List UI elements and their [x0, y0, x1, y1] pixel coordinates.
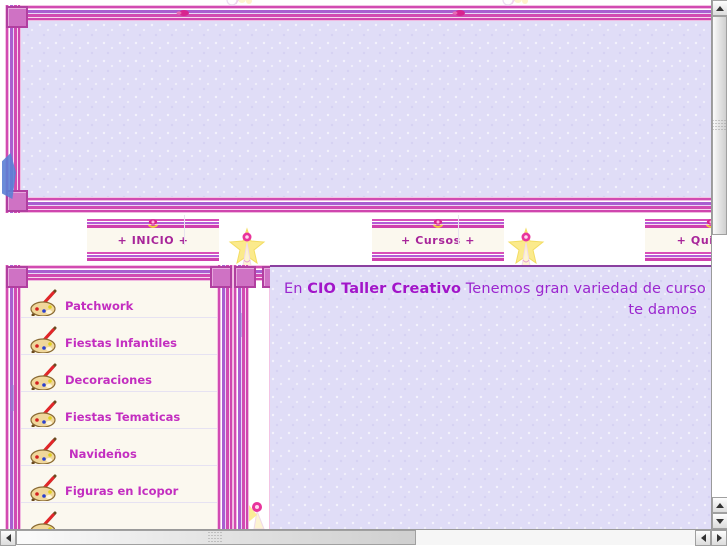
sidebar-item-label: Decoraciones	[65, 373, 152, 387]
palette-icon	[29, 470, 63, 501]
nav-face: + Cursos +	[372, 228, 504, 252]
rosette-icon	[432, 219, 445, 230]
scroll-left-button-secondary[interactable]	[695, 530, 711, 546]
vertical-scrollbar-thumb[interactable]	[712, 16, 727, 235]
frame-accent-mark	[239, 313, 242, 337]
sidebar-item-fiestas-tematicas[interactable]: Fiestas Tematicas	[21, 392, 217, 429]
vertical-scrollbar[interactable]	[711, 0, 727, 529]
sidebar-corner-knob-topleft	[6, 266, 28, 288]
divider-band-left	[233, 265, 249, 529]
chevron-down-icon	[716, 519, 724, 524]
banner-frame	[5, 5, 711, 213]
rosette-icon	[147, 219, 160, 230]
nav-hairline	[184, 215, 185, 245]
sidebar-item-label: Fiestas Tematicas	[65, 410, 180, 424]
banner-frame-bottom	[5, 197, 711, 213]
scroll-right-button[interactable]	[711, 530, 727, 546]
sidebar-item-label: Fiestas Infantiles	[65, 336, 177, 350]
palette-icon	[29, 285, 63, 316]
sidebar-item-partial[interactable]	[21, 503, 217, 529]
frame-accent-mark	[11, 385, 14, 411]
sidebar-item-label: Patchwork	[65, 299, 133, 313]
sidebar-item-label: Navideños	[69, 447, 137, 461]
sidebar-frame: Patchwork Fiestas Infantiles	[5, 265, 233, 529]
nav-item-label: + INICIO +	[117, 234, 188, 247]
rosette-icon	[705, 219, 712, 230]
rosette-icon	[452, 9, 468, 17]
content-line1-prefix: En	[284, 281, 307, 297]
lower-section: Patchwork Fiestas Infantiles	[0, 265, 711, 529]
banner-corner-knob-topleft	[6, 6, 28, 28]
nav-item-label: + Quienes	[677, 234, 711, 247]
scroll-down-button[interactable]	[712, 513, 727, 529]
sidebar-frame-right	[217, 265, 233, 529]
chevron-up-icon	[716, 6, 724, 11]
palette-icon	[29, 359, 63, 390]
palette-icon	[29, 507, 63, 529]
sidebar-item-label: Figuras en Icopor	[65, 484, 178, 498]
nav-item-label: + Cursos +	[401, 234, 475, 247]
content-line1-suffix: Tenemos gran variedad de curso	[461, 281, 706, 297]
grip-dots	[712, 120, 727, 132]
chevron-right-icon	[717, 534, 722, 542]
page-viewport: + INICIO + + Cursos +	[0, 0, 711, 529]
main-navigation: + INICIO + + Cursos +	[0, 215, 711, 265]
sidebar-item-figuras-en-icopor[interactable]: Figuras en Icopor	[21, 466, 217, 503]
nav-hairline	[458, 215, 459, 245]
nav-face: + Quienes	[645, 228, 711, 252]
chevron-left-icon	[701, 534, 706, 542]
content-paragraph: En CIO Taller Creativo Tenemos gran vari…	[270, 267, 711, 321]
nav-item-cursos[interactable]: + Cursos +	[372, 219, 504, 261]
horizontal-scrollbar[interactable]	[0, 529, 727, 545]
nav-item-inicio[interactable]: + INICIO +	[87, 219, 219, 261]
scroll-up-button-secondary[interactable]	[712, 497, 727, 513]
sidebar-frame-top	[5, 265, 233, 281]
chevron-up-icon	[716, 503, 724, 508]
divider-corner-knob-left	[234, 266, 256, 288]
content-brand-name: CIO Taller Creativo	[307, 281, 461, 297]
sidebar-item-patchwork[interactable]: Patchwork	[21, 281, 217, 318]
nav-strip-bottom	[372, 252, 504, 261]
scroll-left-button[interactable]	[0, 530, 16, 546]
nav-strip-bottom	[645, 252, 711, 261]
banner-image-area	[21, 21, 711, 197]
chevron-left-icon	[6, 534, 11, 542]
sidebar-menu: Patchwork Fiestas Infantiles	[21, 281, 217, 529]
sidebar-item-decoraciones[interactable]: Decoraciones	[21, 355, 217, 392]
nav-item-quienes[interactable]: + Quienes	[645, 219, 711, 261]
palette-icon	[29, 322, 63, 353]
sidebar-corner-knob-topright	[210, 266, 232, 288]
palette-icon	[29, 433, 63, 464]
scroll-up-button[interactable]	[712, 0, 727, 16]
content-panel: En CIO Taller Creativo Tenemos gran vari…	[270, 265, 711, 529]
nav-strip-bottom	[87, 252, 219, 261]
rosette-icon	[176, 9, 192, 17]
content-line2: te damos	[628, 302, 697, 318]
banner-frame-top	[5, 5, 711, 21]
nav-strip-top	[645, 219, 711, 228]
sidebar-item-fiestas-infantiles[interactable]: Fiestas Infantiles	[21, 318, 217, 355]
grip-dots	[209, 532, 224, 544]
palette-icon	[29, 396, 63, 427]
horizontal-scrollbar-thumb[interactable]	[16, 530, 416, 545]
nav-face: + INICIO +	[87, 228, 219, 252]
sidebar-item-navidenos[interactable]: Navideños	[21, 429, 217, 466]
